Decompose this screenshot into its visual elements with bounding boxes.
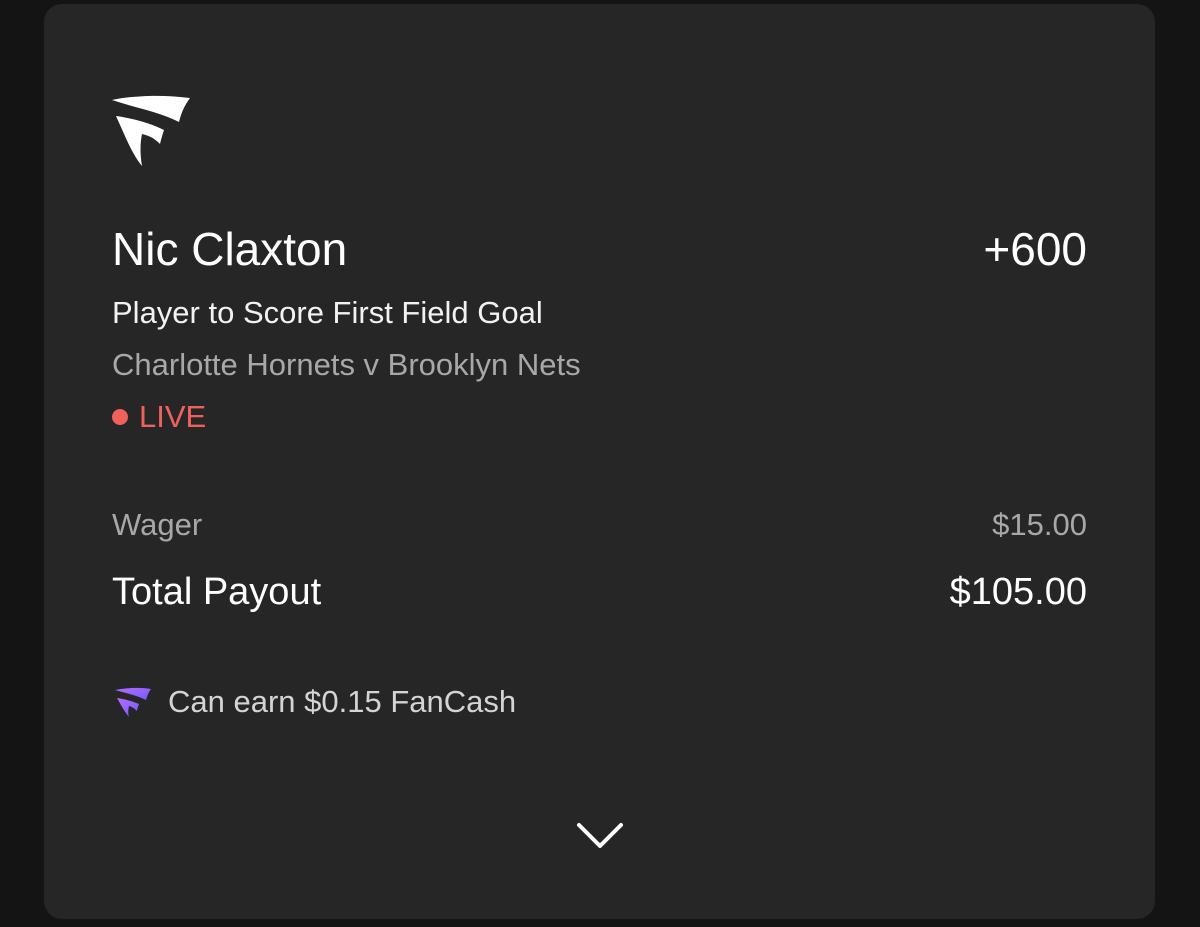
live-dot-icon xyxy=(112,409,128,425)
wager-label: Wager xyxy=(112,507,203,542)
total-payout-label: Total Payout xyxy=(112,571,322,613)
expand-button[interactable] xyxy=(566,810,634,862)
fancash-row: Can earn $0.15 FanCash xyxy=(114,682,516,722)
fancash-text: Can earn $0.15 FanCash xyxy=(168,684,517,719)
total-payout-value: $105.00 xyxy=(949,571,1087,613)
event-name: Charlotte Hornets v Brooklyn Nets xyxy=(112,347,581,382)
market-name: Player to Score First Field Goal xyxy=(112,295,543,330)
live-label: LIVE xyxy=(139,399,207,434)
live-status: LIVE xyxy=(112,397,206,437)
player-name: Nic Claxton xyxy=(112,223,348,275)
fanatics-logo-icon xyxy=(112,95,190,166)
chevron-down-icon xyxy=(577,823,623,848)
odds-value: +600 xyxy=(983,223,1087,275)
fanatics-f-icon xyxy=(115,687,151,717)
bet-card: Nic Claxton +600 Player to Score First F… xyxy=(44,4,1155,919)
wager-value: $15.00 xyxy=(992,507,1087,542)
